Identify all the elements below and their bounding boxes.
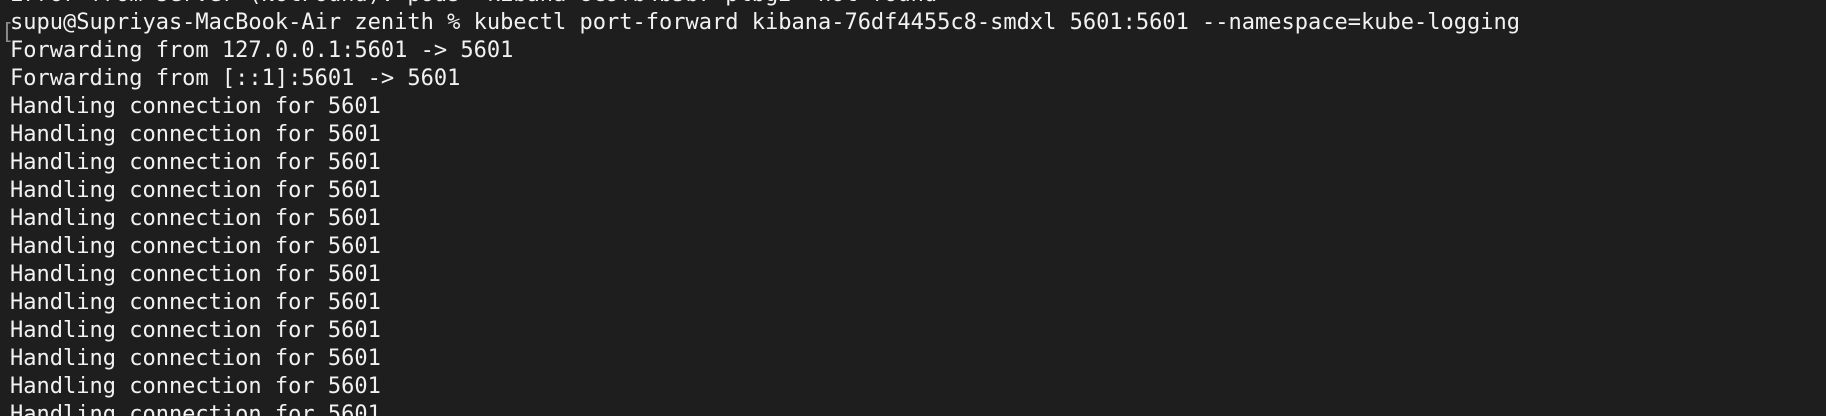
terminal-output: Error from server (NotFound): pods "kiba… [10,0,1826,416]
output-line-connection: Handling connection for 5601 [10,122,381,147]
output-line-connection: Handling connection for 5601 [10,150,381,175]
output-line-connection: Handling connection for 5601 [10,206,381,231]
output-line-connection: Handling connection for 5601 [10,234,381,259]
output-line-connection: Handling connection for 5601 [10,346,381,371]
output-line-error: Error from server (NotFound): pods "kiba… [10,0,1826,9]
output-line-connection: Handling connection for 5601 [10,178,381,203]
output-line-connection: Handling connection for 5601 [10,318,381,343]
output-line-connection: Handling connection for 5601 [10,402,381,416]
command-line: supu@Supriyas-MacBook-Air zenith % kubec… [10,10,1520,35]
output-line-connection: Handling connection for 5601 [10,290,381,315]
terminal-window[interactable]: [ Error from server (NotFound): pods "ki… [0,0,1826,416]
output-line-connection: Handling connection for 5601 [10,374,381,399]
output-line-forwarding-ipv6: Forwarding from [::1]:5601 -> 5601 [10,66,461,91]
output-line-connection: Handling connection for 5601 [10,262,381,287]
output-line-forwarding-ipv4: Forwarding from 127.0.0.1:5601 -> 5601 [10,38,514,63]
output-line-connection: Handling connection for 5601 [10,94,381,119]
